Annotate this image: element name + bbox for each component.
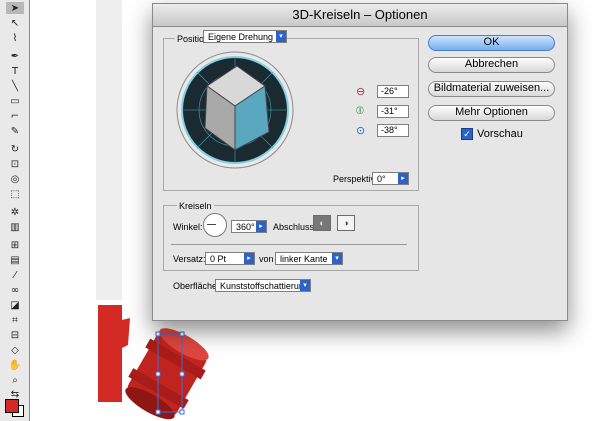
chevron-right-icon: ▸ (244, 253, 254, 264)
chevron-right-icon: ▸ (398, 173, 408, 184)
selection-handle (155, 371, 161, 377)
ok-button[interactable]: OK (428, 35, 555, 51)
angle-dial[interactable] (203, 213, 227, 237)
winkel-label: Winkel: (173, 222, 203, 232)
cap-on-toggle[interactable]: ◐ (313, 215, 331, 231)
selection-handle (179, 331, 185, 337)
map-art-button[interactable]: Bildmaterial zuweisen... (428, 81, 555, 97)
versatz-value: 0 Pt (210, 254, 227, 264)
red-shape-strip (98, 305, 122, 402)
dialog-title: 3D-Kreiseln – Optionen (153, 4, 567, 27)
preview-label: Vorschau (477, 128, 523, 140)
perspective-select[interactable]: 0° ▸ (372, 172, 409, 185)
rotate-z-axis-icon: ⊙ (356, 125, 366, 137)
red-cylinder-artwork (125, 328, 209, 420)
rotation-z-field[interactable]: -38° (377, 124, 409, 137)
chevron-right-icon: ▸ (256, 221, 266, 232)
von-label: von (259, 254, 274, 264)
von-value: linker Kante (280, 254, 328, 264)
3d-revolve-options-dialog: 3D-Kreiseln – Optionen Position Eigene D… (152, 3, 568, 321)
rotation-x-field[interactable]: -26° (377, 85, 409, 98)
more-options-button[interactable]: Mehr Optionen (428, 105, 555, 121)
perspective-value: 0° (377, 174, 386, 184)
position-preset-value: Eigene Drehung (208, 32, 274, 42)
preview-checkbox[interactable]: ✓ Vorschau (461, 128, 523, 140)
selection-handle (155, 331, 161, 337)
abschluss-label: Abschluss: (273, 222, 317, 232)
rotate-y-axis-icon: ⦶ (356, 105, 364, 117)
winkel-value: 360° (236, 222, 255, 232)
cancel-button[interactable]: Abbrechen (428, 57, 555, 73)
selection-handle (179, 409, 185, 415)
chevron-down-icon: ▾ (300, 280, 310, 291)
chevron-down-icon: ▾ (332, 253, 342, 264)
selection-handle (155, 409, 161, 415)
oberflaeche-select[interactable]: Kunststoffschattierung ▾ (215, 279, 311, 292)
chevron-down-icon: ▾ (276, 31, 286, 42)
checkmark-icon: ✓ (461, 128, 473, 140)
winkel-select[interactable]: 360° ▸ (231, 220, 267, 233)
versatz-label: Versatz: (173, 254, 206, 264)
oberflaeche-value: Kunststoffschattierung (220, 281, 309, 291)
von-select[interactable]: linker Kante ▾ (275, 252, 343, 265)
rotation-y-field[interactable]: -31° (377, 105, 409, 118)
oberflaeche-label: Oberfläche: (173, 281, 220, 291)
angle-dial-needle (207, 224, 216, 225)
cap-off-toggle[interactable]: ◑ (337, 215, 355, 231)
rotate-x-axis-icon: ⊖ (356, 86, 366, 98)
kreiseln-separator (171, 244, 407, 245)
track-cube-preview[interactable] (175, 50, 295, 170)
red-shape-edge (122, 318, 130, 348)
kreiseln-label: Kreiseln (177, 201, 214, 211)
selection-handle (179, 371, 185, 377)
position-preset-select[interactable]: Eigene Drehung ▾ (203, 30, 287, 43)
versatz-select[interactable]: 0 Pt ▸ (205, 252, 255, 265)
